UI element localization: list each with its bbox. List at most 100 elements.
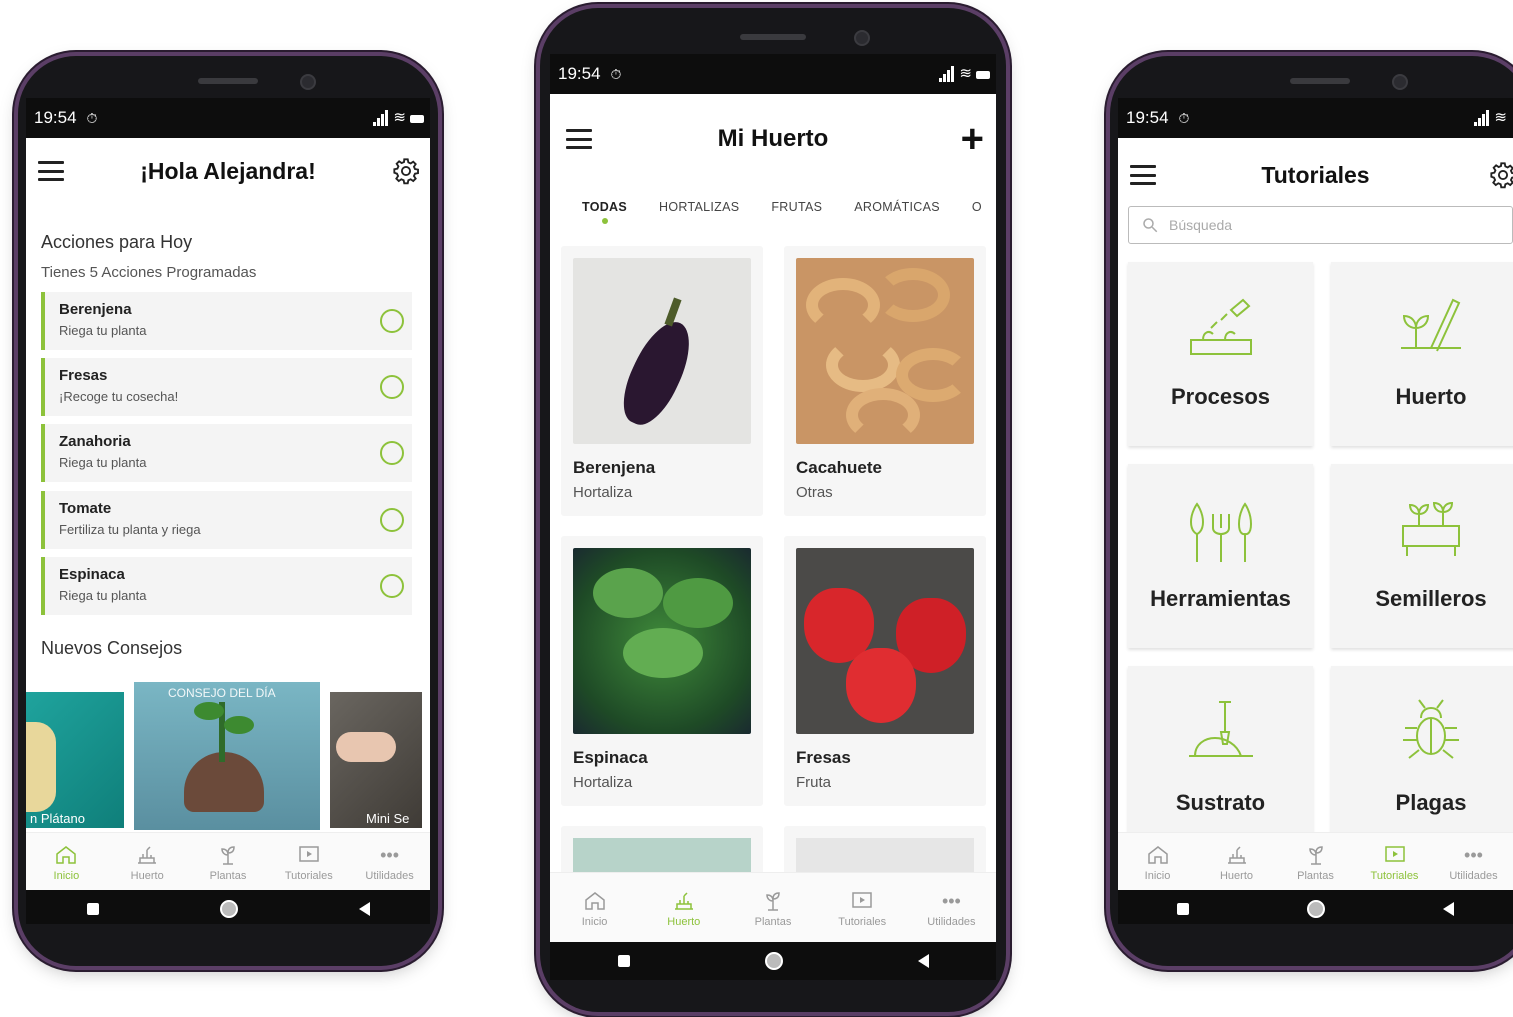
add-icon[interactable]: + xyxy=(961,119,984,159)
nav-label: Tutoriales xyxy=(838,915,887,928)
alarm-icon: ⏱ xyxy=(1178,109,1190,126)
tile-plagas[interactable]: Plagas xyxy=(1331,666,1513,836)
tile-semilleros[interactable]: Semilleros xyxy=(1331,464,1513,648)
watering-can-icon xyxy=(1189,298,1252,355)
nav-utilidades[interactable]: ••• Utilidades xyxy=(1434,833,1513,891)
plant-card[interactable]: Cacahuete Otras xyxy=(784,246,986,516)
tip-caption: n Plátano xyxy=(30,811,85,826)
gear-icon[interactable] xyxy=(392,157,420,185)
nav-plantas[interactable]: Plantas xyxy=(728,873,817,943)
tile-label: Herramientas xyxy=(1150,586,1291,611)
nav-inicio[interactable]: Inicio xyxy=(1118,833,1197,891)
nav-inicio[interactable]: Inicio xyxy=(26,833,107,891)
phone-camera xyxy=(854,30,870,46)
action-item[interactable]: Tomate Fertiliza tu planta y riega xyxy=(41,491,412,549)
nav-huerto[interactable]: Huerto xyxy=(107,833,188,891)
check-circle-icon[interactable] xyxy=(380,441,404,465)
search-input[interactable]: Búsqueda xyxy=(1128,206,1513,244)
menu-icon[interactable] xyxy=(566,129,592,149)
nav-label: Utilidades xyxy=(1449,869,1498,882)
tip-card-featured[interactable]: CONSEJO DEL DÍA xyxy=(134,682,320,830)
status-time: 19:54 xyxy=(34,108,77,127)
tab-label: TODAS xyxy=(582,200,628,214)
action-desc: Riega tu planta xyxy=(59,588,147,603)
nav-label: Plantas xyxy=(1297,869,1334,882)
back-icon[interactable] xyxy=(358,902,370,916)
action-name: Espinaca xyxy=(59,566,125,583)
tile-sustrato[interactable]: Sustrato xyxy=(1128,666,1313,836)
tile-huerto[interactable]: Huerto xyxy=(1331,262,1513,446)
nav-huerto[interactable]: Huerto xyxy=(1197,833,1276,891)
back-icon[interactable] xyxy=(917,954,929,968)
phone-camera xyxy=(1392,74,1408,90)
seedbed-icon xyxy=(1402,501,1460,556)
recents-icon[interactable] xyxy=(1177,903,1189,915)
check-circle-icon[interactable] xyxy=(380,574,404,598)
recents-icon[interactable] xyxy=(617,955,630,967)
tab-aromaticas[interactable]: AROMÁTICAS xyxy=(854,200,940,214)
phone-home: 19:54 ⏱ ≋ ¡Hola Alejandra! Acciones para… xyxy=(18,56,438,966)
gear-icon[interactable] xyxy=(1489,161,1513,189)
check-circle-icon[interactable] xyxy=(380,375,404,399)
nav-inicio[interactable]: Inicio xyxy=(550,873,639,943)
tip-card[interactable]: n Plátano xyxy=(26,692,124,828)
nav-huerto[interactable]: Huerto xyxy=(639,873,728,943)
nav-label: Tutoriales xyxy=(284,869,333,882)
home-button-icon[interactable] xyxy=(764,952,783,970)
home-button-icon[interactable] xyxy=(219,900,238,918)
recents-icon[interactable] xyxy=(86,903,99,915)
nav-tutoriales[interactable]: Tutoriales xyxy=(818,873,907,943)
plant-image xyxy=(573,258,751,444)
tutorial-icon xyxy=(852,891,872,908)
nav-label: Huerto xyxy=(130,869,164,882)
tab-frutas[interactable]: FRUTAS xyxy=(771,200,822,214)
system-nav-bar xyxy=(1118,890,1513,924)
today-title: Acciones para Hoy xyxy=(41,232,193,252)
plant-icon xyxy=(221,845,235,865)
check-circle-icon[interactable] xyxy=(380,508,404,532)
nav-utilidades[interactable]: ••• Utilidades xyxy=(349,833,430,891)
signal-wifi-battery-icons: ≋ xyxy=(1474,106,1507,126)
bug-icon xyxy=(1403,699,1459,759)
plant-image xyxy=(573,548,751,734)
plant-card[interactable]: Espinaca Hortaliza xyxy=(561,536,763,806)
tab-more[interactable]: O xyxy=(972,200,982,214)
nav-utilidades[interactable]: ••• Utilidades xyxy=(907,873,996,943)
tip-card[interactable]: Mini Se xyxy=(330,692,422,828)
nav-plantas[interactable]: Plantas xyxy=(1276,833,1355,891)
back-icon[interactable] xyxy=(1443,902,1454,916)
action-item[interactable]: Espinaca Riega tu planta xyxy=(41,557,412,615)
tab-todas[interactable]: TODAS xyxy=(582,200,628,224)
signal-wifi-battery-icons: ≋ xyxy=(373,106,424,126)
garden-icon xyxy=(674,891,693,910)
tips-title: Nuevos Consejos xyxy=(41,638,183,658)
action-item[interactable]: Zanahoria Riega tu planta xyxy=(41,424,412,482)
menu-icon[interactable] xyxy=(1130,165,1156,185)
tab-hortalizas[interactable]: HORTALIZAS xyxy=(659,200,739,214)
plant-icon xyxy=(1308,845,1323,865)
app-bar: Mi Huerto + xyxy=(550,106,996,172)
action-item[interactable]: Fresas ¡Recoge tu cosecha! xyxy=(41,358,412,416)
home-icon xyxy=(1147,845,1168,864)
active-tab-dot xyxy=(601,218,608,224)
action-name: Fresas xyxy=(59,367,108,384)
nav-tutoriales[interactable]: Tutoriales xyxy=(268,833,349,891)
tile-procesos[interactable]: Procesos xyxy=(1128,262,1313,446)
soil-shovel-icon xyxy=(1188,701,1253,757)
home-icon xyxy=(56,845,77,864)
status-bar: 19:54 ⏱ ≋ xyxy=(550,54,996,94)
plant-card[interactable]: Berenjena Hortaliza xyxy=(561,246,763,516)
nav-tutoriales[interactable]: Tutoriales xyxy=(1355,833,1434,891)
action-item[interactable]: Berenjena Riega tu planta xyxy=(41,292,412,350)
menu-icon[interactable] xyxy=(38,161,64,181)
plant-card[interactable]: Fresas Fruta xyxy=(784,536,986,806)
check-circle-icon[interactable] xyxy=(380,309,404,333)
bottom-nav: Inicio Huerto Plantas Tutoriales ••• Uti… xyxy=(550,872,996,943)
nav-plantas[interactable]: Plantas xyxy=(188,833,269,891)
tile-herramientas[interactable]: Herramientas xyxy=(1128,464,1313,648)
signal-wifi-battery-icons: ≋ xyxy=(939,62,990,82)
phone-camera xyxy=(300,74,316,90)
home-button-icon[interactable] xyxy=(1307,900,1325,918)
tile-label: Semilleros xyxy=(1375,586,1487,611)
plant-category: Hortaliza xyxy=(573,484,633,501)
